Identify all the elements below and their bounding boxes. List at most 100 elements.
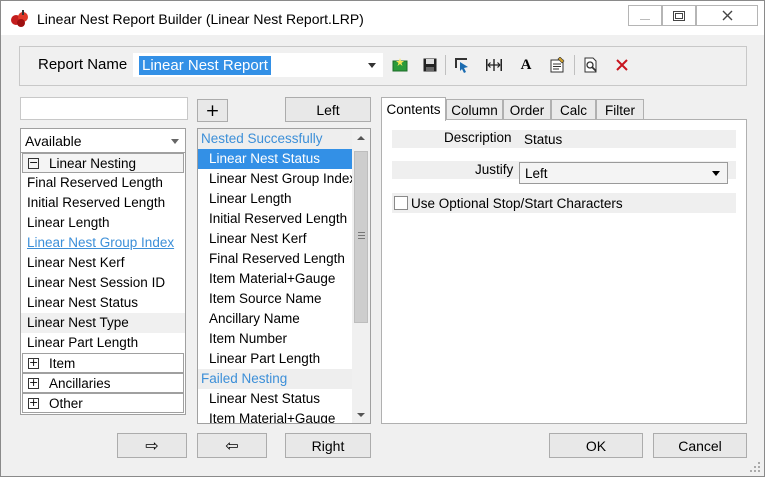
- resize-grip-icon[interactable]: [749, 461, 761, 473]
- list-item[interactable]: Item Source Name: [198, 289, 352, 309]
- new-report-button[interactable]: [390, 55, 410, 75]
- scroll-up-icon[interactable]: [357, 136, 365, 140]
- move-left-button[interactable]: ⇦: [197, 433, 267, 458]
- plus-icon: +: [205, 100, 220, 121]
- description-value[interactable]: Status: [524, 132, 562, 147]
- expand-icon[interactable]: +: [28, 397, 39, 409]
- scrollbar-thumb[interactable]: [354, 151, 368, 323]
- report-builder-window: Linear Nest Report Builder (Linear Nest …: [0, 0, 765, 477]
- available-fields-tree: Available − Linear Nesting Final Reserve…: [20, 128, 186, 415]
- font-button[interactable]: A: [516, 55, 536, 75]
- tree-field[interactable]: Linear Nest Session ID: [21, 273, 185, 293]
- vertical-scrollbar[interactable]: [352, 129, 370, 423]
- tab-calc[interactable]: Calc: [551, 99, 596, 120]
- new-report-icon: [392, 58, 408, 72]
- tree-field[interactable]: Linear Length: [21, 213, 185, 233]
- list-item-selected[interactable]: Linear Nest Status: [198, 149, 352, 169]
- tree-group-label: Other: [49, 396, 83, 411]
- available-dropdown[interactable]: Available: [21, 129, 185, 153]
- window-title: Linear Nest Report Builder (Linear Nest …: [37, 11, 364, 27]
- tree-field[interactable]: Linear Part Length: [21, 333, 185, 353]
- minimize-icon: [640, 18, 650, 20]
- tab-filter[interactable]: Filter: [596, 99, 644, 120]
- tree-group-item[interactable]: + Item: [22, 353, 184, 373]
- delete-icon: [616, 59, 628, 71]
- justify-select[interactable]: Left: [519, 162, 728, 184]
- tree-group-label: Item: [49, 356, 76, 371]
- column-width-icon: [486, 59, 502, 71]
- scroll-down-icon[interactable]: [357, 413, 365, 417]
- list-item[interactable]: Item Number: [198, 329, 352, 349]
- tab-contents[interactable]: Contents: [381, 97, 446, 121]
- font-icon: A: [520, 56, 532, 73]
- list-item[interactable]: Initial Reserved Length: [198, 209, 352, 229]
- available-label: Available: [25, 133, 82, 149]
- chevron-down-icon[interactable]: [712, 171, 720, 176]
- tree-field[interactable]: Final Reserved Length: [21, 173, 185, 193]
- tab-order[interactable]: Order: [503, 99, 551, 120]
- properties-icon: [550, 57, 565, 73]
- tree-group-ancillaries[interactable]: + Ancillaries: [22, 373, 184, 393]
- select-fields-button[interactable]: [452, 55, 472, 75]
- search-input[interactable]: [20, 97, 188, 120]
- ok-button[interactable]: OK: [549, 433, 643, 458]
- tree-field[interactable]: Linear Nest Status: [21, 293, 185, 313]
- tree-group-label: Ancillaries: [49, 376, 111, 391]
- report-fields-list: Nested Successfully Linear Nest Status L…: [197, 128, 371, 424]
- save-button[interactable]: [420, 55, 440, 75]
- app-icon: [11, 10, 28, 27]
- add-button[interactable]: +: [197, 99, 228, 122]
- list-item[interactable]: Item Material+Gauge: [198, 269, 352, 289]
- save-icon: [423, 58, 437, 72]
- list-item[interactable]: Item Material+Gauge: [198, 409, 352, 423]
- tab-column[interactable]: Column: [446, 99, 503, 120]
- optional-chars-checkbox[interactable]: [394, 196, 408, 210]
- justify-value: Left: [525, 166, 548, 181]
- list-item[interactable]: Ancillary Name: [198, 309, 352, 329]
- chevron-down-icon[interactable]: [368, 63, 376, 68]
- list-section-header: Failed Nesting: [198, 369, 352, 389]
- report-name-label: Report Name: [38, 56, 128, 73]
- toolbar: [19, 46, 747, 86]
- report-name-value: Linear Nest Report: [139, 56, 271, 75]
- list-item[interactable]: Final Reserved Length: [198, 249, 352, 269]
- tree-field[interactable]: Linear Nest Kerf: [21, 253, 185, 273]
- collapse-icon[interactable]: −: [28, 157, 39, 169]
- right-button[interactable]: Right: [285, 433, 371, 458]
- title-bar: Linear Nest Report Builder (Linear Nest …: [1, 1, 764, 35]
- list-section-header: Nested Successfully: [198, 129, 352, 149]
- description-label: Description: [444, 130, 512, 145]
- chevron-down-icon[interactable]: [171, 139, 179, 144]
- properties-button[interactable]: [548, 55, 568, 75]
- list-item[interactable]: Linear Nest Kerf: [198, 229, 352, 249]
- arrow-left-icon: ⇦: [225, 436, 239, 455]
- list-item[interactable]: Linear Nest Group Index: [198, 169, 352, 189]
- tree-field-link[interactable]: Linear Nest Group Index: [21, 233, 185, 253]
- list-item[interactable]: Linear Nest Status: [198, 389, 352, 409]
- report-name-combo[interactable]: Linear Nest Report: [133, 53, 383, 77]
- close-icon: [722, 10, 732, 21]
- optional-chars-label[interactable]: Use Optional Stop/Start Characters: [411, 196, 623, 211]
- cancel-button[interactable]: Cancel: [653, 433, 747, 458]
- expand-icon[interactable]: +: [28, 357, 39, 369]
- expand-icon[interactable]: +: [28, 377, 39, 389]
- move-right-button[interactable]: ⇨: [117, 433, 187, 458]
- maximize-button[interactable]: [662, 5, 696, 26]
- tree-group-linear-nesting[interactable]: − Linear Nesting: [22, 153, 184, 173]
- print-preview-button[interactable]: [581, 55, 601, 75]
- list-item[interactable]: Linear Length: [198, 189, 352, 209]
- toolbar-separator: [574, 55, 575, 75]
- minimize-button[interactable]: [628, 5, 662, 26]
- tree-group-other[interactable]: + Other: [22, 393, 184, 413]
- tree-field[interactable]: Initial Reserved Length: [21, 193, 185, 213]
- justify-label: Justify: [475, 162, 514, 177]
- column-width-button[interactable]: [484, 55, 504, 75]
- left-button[interactable]: Left: [285, 97, 371, 122]
- tree-field-hovered[interactable]: Linear Nest Type: [21, 313, 185, 333]
- select-fields-icon: [455, 58, 468, 73]
- print-preview-icon: [584, 57, 597, 73]
- close-button[interactable]: [696, 5, 758, 26]
- list-item[interactable]: Linear Part Length: [198, 349, 352, 369]
- arrow-right-icon: ⇨: [145, 436, 159, 455]
- delete-button[interactable]: [612, 55, 632, 75]
